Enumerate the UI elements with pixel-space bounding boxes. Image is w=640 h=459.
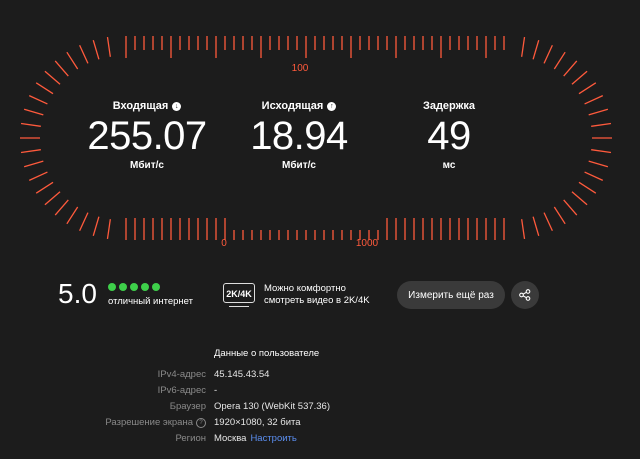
gauge-tick [79, 44, 89, 64]
gauge-tick [563, 199, 578, 216]
region-value: Москва Настроить [214, 433, 297, 444]
gauge-tick [79, 212, 89, 232]
ipv4-value: 45.145.43.54 [214, 369, 270, 380]
latency-value: 49 [427, 114, 471, 158]
gauge-tick [543, 44, 553, 64]
gauge-tick [553, 51, 566, 70]
browser-key: Браузер [169, 401, 206, 412]
info-row-ipv6: IPv6-адрес - [0, 385, 640, 399]
incoming-value: 255.07 [87, 114, 207, 158]
gauge-tick [532, 216, 540, 237]
gauge-tick [584, 95, 604, 105]
gauge-tick [28, 171, 48, 181]
gauge-tick [20, 122, 41, 127]
metric-latency: Задержка 49 мс [369, 98, 529, 171]
gauge-tick [578, 181, 597, 194]
arrow-up-icon: ↑ [327, 101, 337, 111]
arrow-down-icon: ↓ [172, 101, 182, 111]
score-value: 5.0 [58, 278, 97, 309]
region-configure-link[interactable]: Настроить [250, 433, 296, 444]
info-row-region: Регион Москва Настроить [0, 433, 640, 447]
score-dot [108, 283, 116, 291]
gauge-mark-1000: 1000 [356, 238, 379, 249]
gauge-tick [571, 191, 588, 206]
latency-label: Задержка [422, 100, 476, 112]
region-key: Регион [175, 433, 206, 444]
gauge-tick [588, 108, 609, 116]
help-icon[interactable]: ? [196, 417, 206, 428]
gauge-tick [521, 219, 526, 240]
gauge-tick [591, 122, 612, 127]
share-icon [519, 289, 531, 301]
gauge-tick [543, 212, 553, 232]
gauge-tick [106, 36, 111, 57]
gauge-tick [66, 51, 79, 70]
gauge-mark-100: 100 [292, 63, 309, 74]
gauge-tick [92, 216, 100, 237]
score-dots [108, 283, 160, 291]
quality-line-1: Можно комфортно [264, 283, 346, 294]
gauge-tick [578, 82, 597, 95]
outgoing-unit: Мбит/с [282, 160, 316, 171]
score-dot [119, 283, 127, 291]
region-name: Москва [214, 433, 247, 444]
gauge-tick [571, 70, 588, 85]
latency-unit: мс [442, 160, 456, 171]
quality-line-2: смотреть видео в 2K/4K [264, 295, 370, 306]
gauge-tick [44, 191, 61, 206]
gauge-tick [35, 181, 54, 194]
gauge-tick [532, 39, 540, 60]
ipv4-key: IPv4-адрес [157, 369, 206, 380]
score-label: отличный интернет [108, 296, 193, 307]
gauge-tick [35, 82, 54, 95]
gauge-tick [23, 160, 44, 168]
screen-key-label: Разрешение экрана [105, 417, 193, 428]
outgoing-label: Исходящая [261, 100, 324, 112]
info-row-screen: Разрешение экрана? 1920×1080, 32 бита [0, 417, 640, 431]
gauge-tick [66, 206, 79, 225]
screen-key: Разрешение экрана? [105, 417, 206, 428]
gauge-tick [54, 60, 69, 77]
gauge-tick [20, 149, 41, 154]
user-info-title: Данные о пользователе [214, 348, 320, 359]
score-dot [141, 283, 149, 291]
browser-value: Opera 130 (WebKit 537.36) [214, 401, 331, 412]
gauge-tick [28, 95, 48, 105]
incoming-unit: Мбит/с [130, 160, 164, 171]
gauge-tick [553, 206, 566, 225]
gauge-tick [588, 160, 609, 168]
gauge-mark-0: 0 [221, 238, 227, 249]
ipv6-key: IPv6-адрес [157, 385, 206, 396]
gauge-tick [106, 219, 111, 240]
info-row-ipv4: IPv4-адрес 45.145.43.54 [0, 369, 640, 383]
gauge-tick [92, 39, 100, 60]
ipv6-value: - [214, 385, 218, 396]
outgoing-value: 18.94 [250, 114, 348, 158]
gauge-tick [23, 108, 44, 116]
score-dot [152, 283, 160, 291]
retest-button[interactable]: Измерить ещё раз [397, 281, 505, 309]
screen-value: 1920×1080, 32 бита [214, 417, 301, 428]
gauge-tick [584, 171, 604, 181]
gauge-tick [563, 60, 578, 77]
score-dot [130, 283, 138, 291]
tv-4k-icon: 2K/4K [223, 283, 255, 307]
quality-text: Можно комфортно смотреть видео в 2K/4K [264, 283, 370, 307]
metric-outgoing: Исходящая ↑ 18.94 Мбит/с [219, 98, 379, 171]
incoming-label: Входящая [112, 100, 169, 112]
gauge-tick [521, 36, 526, 57]
gauge-tick [54, 199, 69, 216]
metric-incoming: Входящая ↓ 255.07 Мбит/с [67, 98, 227, 171]
info-row-browser: Браузер Opera 130 (WebKit 537.36) [0, 401, 640, 415]
gauge-tick [44, 70, 61, 85]
share-button[interactable] [511, 281, 539, 309]
gauge-tick [591, 149, 612, 154]
